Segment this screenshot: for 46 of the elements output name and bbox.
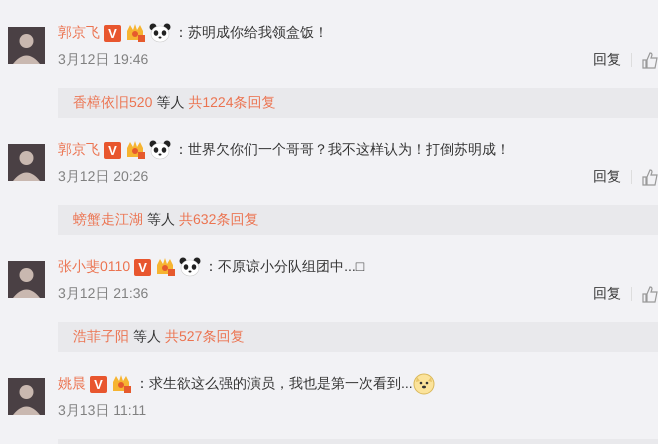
avatar-image[interactable] <box>8 378 45 415</box>
comment-text: ：不原谅小分队组团中...□ <box>204 258 364 276</box>
panda-emoji-icon <box>179 257 202 277</box>
crown-icon <box>124 140 146 160</box>
reply-count-link[interactable]: 共1224条回复 <box>188 94 276 112</box>
verified-badge: V <box>90 376 107 392</box>
user-name-link[interactable]: 郭京飞 <box>58 141 100 159</box>
comment-date: 3月12日 19:46 <box>58 51 150 69</box>
replies-summary-bar[interactable]: 香樟依旧520 等人 共1224条回复 <box>58 88 658 118</box>
comment-date: 3月12日 20:26 <box>58 168 150 186</box>
thumbs-up-icon[interactable] <box>642 286 658 302</box>
replier-name-link[interactable]: 浩菲子阳 <box>73 328 129 346</box>
comment-text: ：求生欲这么强的演员，我也是第一次看到... <box>135 375 413 393</box>
replier-name-link[interactable]: 香樟依旧520 <box>73 94 152 112</box>
user-name-link[interactable]: 张小斐0110 <box>58 258 130 276</box>
avatar-image[interactable] <box>8 27 45 64</box>
replies-text: 等人 <box>156 94 184 112</box>
crown-icon <box>124 23 146 43</box>
panda-emoji-icon <box>149 23 171 43</box>
replies-summary-bar[interactable]: 浩菲子阳 等人 共527条回复 <box>58 322 658 352</box>
replier-name-link[interactable]: 螃蟹走江湖 <box>73 211 143 229</box>
avatar-image[interactable] <box>8 261 45 298</box>
replies-text: 等人 <box>147 211 175 229</box>
comment-date: 3月12日 21:36 <box>58 285 150 303</box>
verified-badge: V <box>134 258 152 276</box>
crown-icon <box>110 374 132 394</box>
user-name-link[interactable]: 郭京飞 <box>58 24 100 42</box>
user-name-link[interactable]: 姚晨 <box>58 375 86 393</box>
comment-text: ：苏明成你给我领盒饭！ <box>174 24 328 42</box>
reply-button[interactable]: 回复 <box>593 285 621 303</box>
replies-summary-bar[interactable]: 螃蟹走江湖 等人 共632条回复 <box>58 205 658 235</box>
avatar-image[interactable] <box>8 144 45 181</box>
verified-badge: V <box>104 142 121 158</box>
thumbs-up-icon[interactable] <box>642 168 658 186</box>
thumbs-up-icon[interactable] <box>642 52 658 68</box>
panda-emoji-icon <box>149 140 171 160</box>
verified-badge: V <box>104 24 121 42</box>
comment-text: ：世界欠你们一个哥哥？我不这样认为！打倒苏明成！ <box>174 141 510 159</box>
comment-date: 3月13日 11:11 <box>58 402 148 420</box>
reply-count-link[interactable]: 共527条回复 <box>165 328 244 346</box>
dog-emoji-icon <box>412 373 435 395</box>
replies-text: 等人 <box>133 328 161 346</box>
reply-button[interactable]: 回复 <box>593 51 621 69</box>
crown-icon <box>154 257 176 277</box>
reply-button[interactable]: 回复 <box>593 168 621 186</box>
reply-count-link[interactable]: 共632条回复 <box>179 211 258 229</box>
